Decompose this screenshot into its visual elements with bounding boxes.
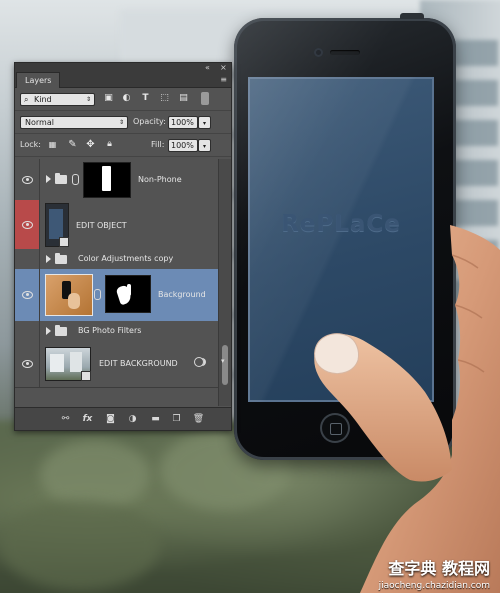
adjustment-icon[interactable]: ◑	[126, 413, 139, 425]
tab-layers[interactable]: Layers	[16, 72, 61, 88]
layer-mask-thumbnail[interactable]	[83, 162, 131, 198]
expand-triangle-icon[interactable]	[46, 175, 51, 183]
layer-name: Color Adjustments copy	[78, 254, 174, 263]
visibility-toggle[interactable]	[15, 269, 40, 321]
eye-icon	[22, 360, 33, 368]
visibility-toggle[interactable]	[15, 200, 40, 249]
layers-list: Non-Phone EDIT OBJECT Color Adjustments …	[15, 159, 231, 406]
opacity-dropdown-button[interactable]: ▾	[198, 116, 211, 129]
folder-icon	[55, 173, 67, 184]
new-layer-icon[interactable]: ❐	[170, 413, 183, 425]
filter-kind-value: Kind	[34, 95, 52, 104]
filter-toggle-icon[interactable]	[201, 92, 209, 105]
chevron-down-icon: ▾	[202, 120, 206, 127]
folder-icon[interactable]: ▬	[149, 413, 162, 425]
shape-filter-icon[interactable]: ⬚	[159, 93, 170, 104]
watermark-url: jiaocheng.chazidian.com	[378, 581, 490, 591]
filter-row: ⌕ Kind ⇕ ▣ ◐ T ⬚ ▤	[15, 88, 231, 111]
search-icon: ⌕	[24, 95, 29, 104]
stepper-icon: ⇕	[85, 96, 91, 103]
opacity-label: Opacity:	[133, 117, 166, 126]
mask-link-icon[interactable]	[94, 289, 101, 300]
layer-mask-thumbnail[interactable]	[105, 275, 151, 313]
folder-icon	[55, 325, 67, 336]
panel-menu-icon[interactable]: ≡	[220, 75, 227, 84]
visibility-toggle[interactable]	[15, 249, 40, 269]
close-icon[interactable]: ×	[220, 63, 227, 72]
layer-name: Non-Phone	[138, 175, 182, 184]
layer-effects-icon[interactable]	[194, 357, 204, 367]
fill-dropdown-button[interactable]: ▾	[198, 139, 211, 152]
layer-name: EDIT OBJECT	[76, 221, 127, 230]
scrollbar-thumb[interactable]	[222, 345, 228, 385]
lock-image-icon[interactable]: ✎	[67, 139, 78, 150]
smart-object-filter-icon[interactable]: ▤	[178, 93, 189, 104]
adjustment-filter-icon[interactable]: ◐	[121, 93, 132, 104]
panel-tabbar: Layers ≡	[15, 72, 231, 88]
visibility-toggle[interactable]	[15, 341, 40, 387]
filter-kind-select[interactable]: ⌕ Kind ⇕	[20, 93, 95, 106]
layer-thumbnail	[45, 274, 93, 316]
fill-label: Fill:	[151, 140, 165, 149]
layer-name: Background	[158, 290, 206, 299]
layer-edit-background[interactable]: EDIT BACKGROUND	[15, 341, 219, 388]
blend-row: Normal ⇕ Opacity: 100% ▾	[15, 111, 231, 134]
watermark-title: 查字典 教程网	[388, 559, 490, 578]
layers-scrollbar[interactable]: ▾	[218, 159, 231, 406]
trash-icon[interactable]: 🗑︎	[192, 413, 205, 425]
layer-background[interactable]: Background	[15, 269, 219, 322]
stepper-icon: ⇕	[118, 119, 124, 126]
layer-thumbnail	[45, 347, 91, 381]
eye-icon	[22, 175, 33, 184]
layers-panel: « × Layers ≡ ⌕ Kind ⇕ ▣ ◐ T ⬚ ▤ Normal ⇕…	[14, 62, 232, 431]
eye-icon	[22, 220, 33, 229]
pixel-filter-icon[interactable]: ▣	[103, 93, 114, 104]
scroll-arrow-icon[interactable]: ▾	[221, 357, 225, 365]
mask-link-icon[interactable]	[72, 174, 79, 185]
smart-object-icon	[81, 371, 91, 381]
expand-triangle-icon[interactable]	[46, 327, 51, 335]
visibility-toggle[interactable]	[15, 159, 40, 200]
layer-color-adjustments-copy[interactable]: Color Adjustments copy	[15, 249, 219, 270]
fill-input[interactable]: 100%	[168, 139, 198, 152]
mask-icon[interactable]: ◙	[104, 413, 117, 425]
opacity-value: 100%	[171, 118, 194, 127]
blend-mode-value: Normal	[25, 118, 54, 127]
lock-position-icon[interactable]: ✥	[85, 139, 96, 150]
blend-mode-select[interactable]: Normal ⇕	[20, 116, 128, 129]
lock-all-icon[interactable]: 🔒︎	[104, 139, 115, 150]
layer-non-phone[interactable]: Non-Phone	[15, 159, 219, 201]
expand-triangle-icon[interactable]	[46, 255, 51, 263]
chevron-down-icon: ▾	[202, 143, 206, 150]
eye-icon	[22, 291, 33, 299]
lock-transparent-icon[interactable]: ▦	[47, 139, 58, 150]
fx-icon[interactable]: fx	[81, 413, 94, 425]
layer-thumbnail	[45, 203, 69, 247]
layer-bg-photo-filters[interactable]: BG Photo Filters	[15, 321, 219, 342]
lock-row: Lock: ▦ ✎ ✥ 🔒︎ Fill: 100% ▾	[15, 134, 231, 157]
layer-edit-object[interactable]: EDIT OBJECT	[15, 200, 219, 250]
layers-footer: ⚯ fx ◙ ◑ ▬ ❐ 🗑︎	[15, 407, 231, 430]
panel-titlebar[interactable]: « ×	[15, 63, 231, 72]
folder-icon	[55, 253, 67, 264]
opacity-input[interactable]: 100%	[168, 116, 198, 129]
layer-name: BG Photo Filters	[78, 326, 142, 335]
layer-name: EDIT BACKGROUND	[99, 359, 178, 368]
visibility-toggle[interactable]	[15, 321, 40, 341]
collapse-icon[interactable]: «	[205, 63, 210, 72]
link-icon[interactable]: ⚯	[59, 413, 72, 425]
type-filter-icon[interactable]: T	[140, 93, 151, 104]
lock-label: Lock:	[20, 140, 41, 149]
fill-value: 100%	[171, 141, 194, 150]
smart-object-icon	[59, 237, 69, 247]
